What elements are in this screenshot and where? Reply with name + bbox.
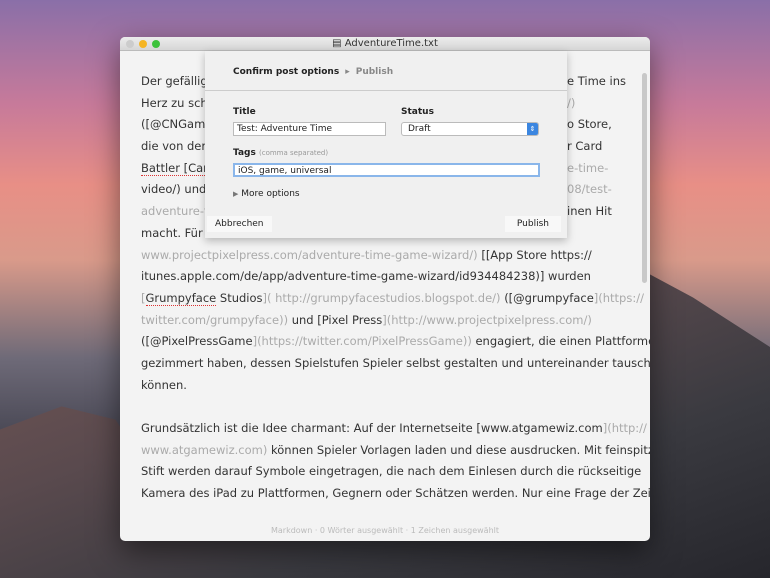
text-fragment: inen Hit <box>567 204 612 219</box>
text-fragment: Stift werden darauf Symbole eingetragen,… <box>141 464 642 479</box>
text-fragment: Grundsätzlich ist die Idee charmant: Auf… <box>141 421 603 435</box>
text-fragment: ](https://twitter.com/PixelPressGame)) <box>252 334 472 349</box>
breadcrumb: Confirm post options ▸ Publish <box>233 67 393 77</box>
text-fragment: twitter.com/grumpyface)) <box>141 312 289 327</box>
text-fragment: 08/test- <box>567 182 612 197</box>
text-fragment: macht. Für d <box>141 225 214 240</box>
title-bar: ▤ AdventureTime.txt <box>120 37 650 51</box>
text-fragment: gezimmert haben, dessen Spielstufen Spie… <box>141 355 650 370</box>
tags-hint: (comma separated) <box>259 149 329 157</box>
text-fragment: ([@PixelPressGame <box>141 334 253 349</box>
tags-input[interactable]: iOS, game, universal <box>233 163 540 177</box>
text-fragment: www.atgamewiz.com) <box>141 442 268 457</box>
text-fragment: [[App Store https:// <box>481 247 592 262</box>
chevron-right-icon: ▸ <box>345 67 350 77</box>
divider <box>205 90 567 91</box>
status-value: Draft <box>408 124 431 134</box>
text-fragment: die von der I <box>141 139 214 154</box>
title-label: Title <box>233 107 256 117</box>
status-select[interactable]: Draft ⇕ <box>401 122 539 136</box>
scrollbar[interactable] <box>642 73 647 283</box>
text-fragment: e Time ins <box>567 74 627 88</box>
text-fragment: Battler [Card <box>141 160 215 176</box>
minimize-button[interactable] <box>139 40 147 48</box>
text-fragment: [ <box>141 290 146 305</box>
close-button[interactable] <box>126 40 134 48</box>
status-label: Status <box>401 107 434 117</box>
text-fragment: adventure-ti <box>141 204 212 219</box>
cancel-button[interactable]: Abbrechen <box>207 216 272 232</box>
text-fragment: o Store, <box>567 117 612 132</box>
text-fragment: Der gefällige <box>141 74 215 88</box>
zoom-button[interactable] <box>152 40 160 48</box>
text-fragment: können. <box>141 377 187 392</box>
text-fragment: r Card <box>567 139 603 154</box>
text-fragment: ([@CNGame <box>141 117 213 132</box>
disclosure-triangle-icon: ▶ <box>233 190 239 198</box>
document-icon: ▤ <box>332 38 345 49</box>
text-fragment: /) <box>567 95 576 110</box>
text-fragment: www.projectpixelpress.com/adventure-time… <box>141 247 478 262</box>
more-options-label: More options <box>241 189 300 199</box>
text-fragment: und [Pixel Press <box>291 312 383 327</box>
updown-icon: ⇕ <box>527 123 538 135</box>
tags-label: Tags <box>233 148 256 158</box>
text-fragment: ([@grumpyface <box>504 290 594 305</box>
text-fragment: ](https:// <box>593 290 644 305</box>
breadcrumb-next: Publish <box>355 67 394 77</box>
text-fragment: e-time- <box>567 160 609 175</box>
text-fragment: ](http://www.projectpixelpress.com/) <box>382 312 592 327</box>
text-fragment: Kamera des iPad zu Plattformen, Gegnern … <box>141 486 650 501</box>
title-input[interactable]: Test: Adventure Time <box>233 122 386 136</box>
publish-sheet: Confirm post options ▸ Publish Title Test:… <box>205 51 567 238</box>
more-options-toggle[interactable]: ▶ More options <box>233 189 300 199</box>
window-title: AdventureTime.txt <box>344 38 438 49</box>
text-fragment: ]( http://grumpyfacestudios.blogspot.de/… <box>262 290 501 305</box>
publish-button[interactable]: Publish <box>504 216 561 232</box>
text-fragment: können Spieler Vorlagen laden und diese … <box>271 442 650 457</box>
breadcrumb-current: Confirm post options <box>233 67 340 77</box>
text-fragment: Herz zu schli <box>141 95 215 110</box>
text-fragment: engagiert, die einen Plattformer <box>475 334 650 349</box>
text-fragment: itunes.apple.com/de/app/adventure-time-g… <box>141 269 591 284</box>
text-fragment: Studios <box>219 290 263 305</box>
misspelled-word: Grumpyface <box>145 290 217 306</box>
editor-window: ▤ AdventureTime.txt Der gefällige e Time … <box>120 37 650 541</box>
status-bar: Markdown · 0 Wörter ausgewählt · 1 Zeich… <box>270 526 499 535</box>
text-fragment: ](http:// <box>602 421 647 435</box>
